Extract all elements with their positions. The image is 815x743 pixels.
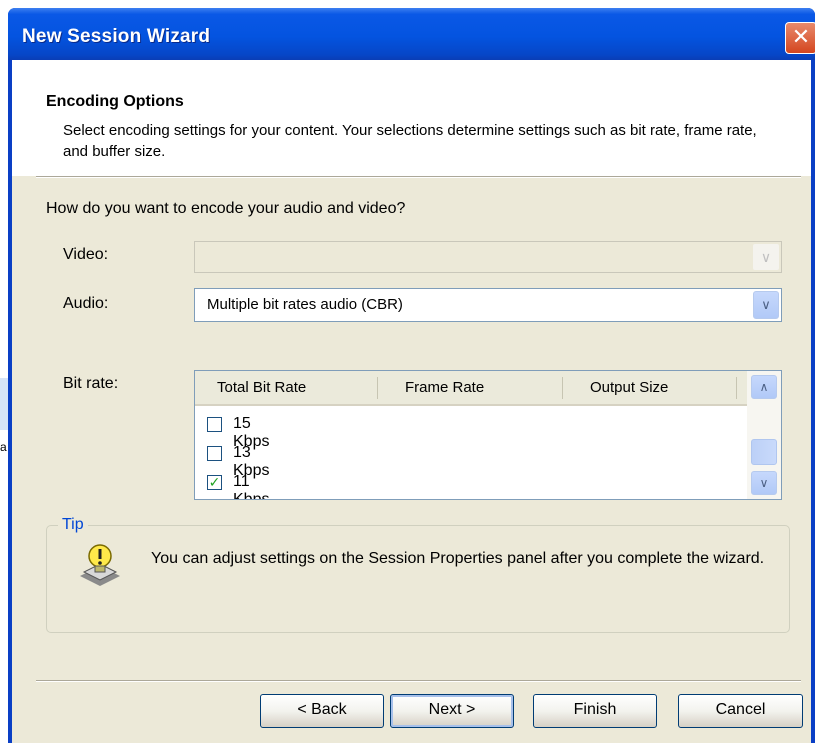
tip-groupbox bbox=[46, 525, 790, 633]
bitrate-list[interactable]: Total Bit Rate Frame Rate Output Size 15… bbox=[194, 370, 782, 500]
lightbulb-icon bbox=[80, 544, 120, 586]
window-title: New Session Wizard bbox=[22, 26, 211, 47]
column-total-bit-rate[interactable]: Total Bit Rate bbox=[217, 379, 306, 396]
header-divider bbox=[36, 176, 801, 178]
back-button[interactable]: < Back bbox=[260, 694, 384, 728]
tip-text: You can adjust settings on the Session P… bbox=[151, 550, 765, 567]
title-bar[interactable]: New Session Wizard ✕ bbox=[8, 8, 815, 60]
page-title: Encoding Options bbox=[46, 93, 184, 110]
scroll-down-button[interactable]: ∨ bbox=[751, 471, 777, 495]
audio-select[interactable]: Multiple bit rates audio (CBR) ∨ bbox=[194, 288, 782, 322]
chevron-down-icon: ∨ bbox=[760, 249, 772, 265]
chevron-down-icon: ∨ bbox=[759, 476, 769, 490]
audio-select-value: Multiple bit rates audio (CBR) bbox=[207, 296, 403, 313]
video-label: Video: bbox=[63, 246, 109, 263]
bitrate-list-header: Total Bit Rate Frame Rate Output Size bbox=[195, 371, 747, 406]
bitrate-label: Bit rate: bbox=[63, 375, 119, 392]
column-frame-rate[interactable]: Frame Rate bbox=[405, 379, 484, 396]
scroll-thumb[interactable] bbox=[751, 439, 777, 465]
tip-legend: Tip bbox=[58, 516, 88, 534]
bitrate-checkbox[interactable] bbox=[207, 417, 222, 432]
bitrate-value: 11 Kbps bbox=[233, 473, 270, 500]
wizard-window: New Session Wizard ✕ Encoding Options Se… bbox=[8, 8, 815, 743]
encode-question: How do you want to encode your audio and… bbox=[46, 200, 406, 217]
wizard-header: Encoding Options Select encoding setting… bbox=[12, 60, 811, 176]
page-subtitle: Select encoding settings for your conten… bbox=[63, 122, 757, 160]
scroll-up-button[interactable]: ∧ bbox=[751, 375, 777, 399]
column-divider bbox=[562, 377, 563, 399]
next-button[interactable]: Next > bbox=[390, 694, 514, 728]
column-divider bbox=[377, 377, 378, 399]
cancel-button[interactable]: Cancel bbox=[678, 694, 803, 728]
finish-button[interactable]: Finish bbox=[533, 694, 657, 728]
background-window-text: a bbox=[0, 440, 7, 454]
column-output-size[interactable]: Output Size bbox=[590, 379, 668, 396]
close-button[interactable]: ✕ bbox=[785, 22, 815, 54]
chevron-up-icon: ∧ bbox=[759, 380, 769, 394]
checkmark-icon: ✓ bbox=[208, 474, 221, 490]
bitrate-checkbox[interactable]: ✓ bbox=[207, 475, 222, 490]
close-icon: ✕ bbox=[791, 24, 811, 49]
chevron-down-icon: ∨ bbox=[761, 297, 771, 312]
footer-divider bbox=[36, 680, 801, 682]
dialog-body: Encoding Options Select encoding setting… bbox=[12, 60, 811, 743]
column-divider bbox=[736, 377, 737, 399]
video-select[interactable]: ∨ bbox=[194, 241, 782, 273]
vertical-scrollbar[interactable]: ∧ ∨ bbox=[747, 371, 781, 499]
bitrate-checkbox[interactable] bbox=[207, 446, 222, 461]
audio-dropdown-button[interactable]: ∨ bbox=[753, 291, 779, 319]
video-dropdown-button[interactable]: ∨ bbox=[753, 244, 779, 270]
audio-label: Audio: bbox=[63, 295, 109, 312]
